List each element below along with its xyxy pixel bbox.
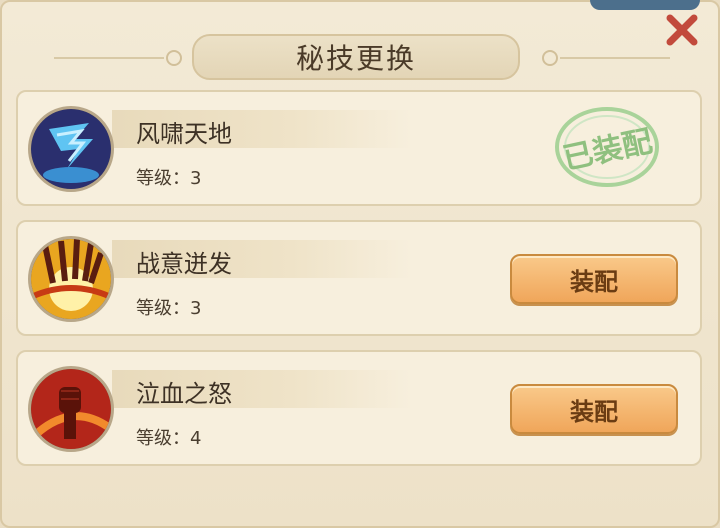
equip-button[interactable]: 装配 (510, 384, 678, 434)
close-button[interactable] (658, 6, 706, 54)
title-plate: 秘技更换 (192, 34, 520, 80)
level-label: 等级： (136, 298, 190, 319)
skill-card: 战意迸发 等级：3 装配 (16, 220, 702, 336)
level-value: 3 (190, 298, 202, 319)
level-label: 等级： (136, 168, 190, 189)
burst-skill-icon (28, 236, 114, 322)
title-ornament-left (166, 50, 182, 66)
skill-name: 风啸天地 (136, 120, 232, 148)
title-divider-left (54, 57, 164, 59)
title-bar: 秘技更换 (2, 34, 720, 82)
equipped-stamp: 已装配 (552, 104, 662, 190)
dialog-title: 秘技更换 (295, 42, 416, 75)
level-label: 等级： (136, 428, 190, 449)
skill-level: 等级：3 (136, 294, 201, 320)
skill-card: 泣血之怒 等级：4 装配 (16, 350, 702, 466)
skill-swap-dialog: 秘技更换 风啸天地 等级：3 已装配 战意迸发 等级：3 装配 泣血之怒 等级：… (0, 0, 720, 528)
level-value: 4 (190, 428, 202, 449)
skill-level: 等级：3 (136, 164, 201, 190)
skill-card: 风啸天地 等级：3 已装配 (16, 90, 702, 206)
close-x-icon (666, 14, 698, 46)
skill-level: 等级：4 (136, 424, 201, 450)
title-ornament-right (542, 50, 558, 66)
level-value: 3 (190, 168, 202, 189)
title-divider-right (560, 57, 670, 59)
whirlwind-skill-icon (28, 106, 114, 192)
blood-fist-skill-icon (28, 366, 114, 452)
skill-name: 战意迸发 (136, 250, 232, 278)
skill-name: 泣血之怒 (136, 380, 232, 408)
equip-button[interactable]: 装配 (510, 254, 678, 304)
